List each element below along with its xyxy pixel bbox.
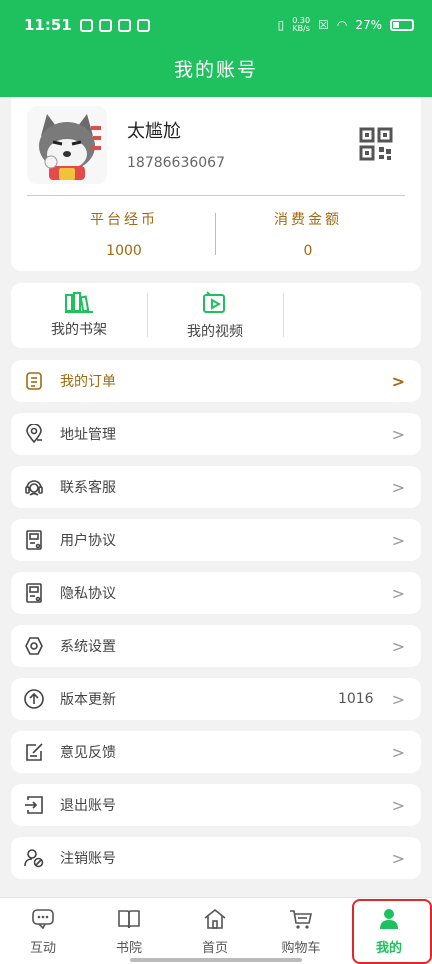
stat-value: 1000	[106, 243, 142, 259]
gesture-bar	[130, 958, 302, 962]
settings-icon	[23, 635, 45, 657]
tab-interaction[interactable]: 互动	[0, 898, 86, 964]
menu-item-delete-account[interactable]: 注销账号 >	[11, 837, 421, 879]
menu-item-label: 隐私协议	[60, 586, 116, 602]
vibrate-icon: ▯	[277, 18, 285, 32]
no-sim-icon: ☒	[318, 18, 329, 32]
qr-code-icon[interactable]	[359, 127, 393, 161]
chevron-right-icon: >	[391, 795, 405, 815]
video-icon	[203, 291, 225, 313]
menu-item-label: 联系客服	[60, 480, 116, 496]
menu-item-label: 我的订单	[60, 374, 116, 390]
menu-item-address[interactable]: 地址管理 >	[11, 413, 421, 455]
highlight-box	[352, 899, 432, 964]
chevron-right-icon: >	[391, 689, 405, 709]
menu-item-label: 意见反馈	[60, 745, 116, 761]
feedback-icon	[23, 741, 45, 763]
chat-icon	[32, 909, 54, 930]
app-header: 11:51 ▯ 0.30 KB/s ☒ ◠ 27% 我的账号	[0, 0, 432, 97]
quick-links: 我的书架 我的视频	[11, 283, 421, 348]
profile-divider	[27, 195, 405, 196]
menu-item-label: 系统设置	[60, 639, 116, 655]
menu-item-privacy-policy[interactable]: 隐私协议 >	[11, 572, 421, 614]
version-number: 1016	[337, 691, 374, 707]
stat-spending[interactable]: 消费金额 0	[213, 209, 403, 259]
book-icon	[118, 910, 140, 929]
menu-item-orders[interactable]: 我的订单 >	[11, 360, 421, 402]
quick-link-video[interactable]: 我的视频	[147, 283, 283, 348]
notification-icons	[79, 18, 150, 32]
menu-item-label: 用户协议	[60, 533, 116, 549]
headset-icon	[23, 476, 45, 498]
menu-item-version-update[interactable]: 版本更新 1016 >	[11, 678, 421, 720]
stat-platform-coins[interactable]: 平台经币 1000	[29, 209, 219, 259]
quick-link-bookshelf[interactable]: 我的书架	[11, 283, 147, 348]
menu-item-label: 地址管理	[60, 427, 116, 443]
status-time: 11:51	[24, 16, 72, 34]
menu-item-customer-service[interactable]: 联系客服 >	[11, 466, 421, 508]
wifi-icon: ◠	[336, 18, 348, 32]
chevron-right-icon: >	[391, 477, 405, 497]
stat-label: 平台经币	[90, 212, 158, 228]
menu-item-logout[interactable]: 退出账号 >	[11, 784, 421, 826]
status-bar: 11:51 ▯ 0.30 KB/s ☒ ◠ 27%	[0, 0, 432, 50]
chevron-right-icon: >	[391, 530, 405, 550]
notification-icon	[98, 18, 112, 32]
tab-label: 购物车	[281, 941, 321, 956]
battery-icon	[390, 19, 414, 31]
status-right: ▯ 0.30 KB/s ☒ ◠ 27%	[278, 17, 414, 33]
tab-academy[interactable]: 书院	[86, 898, 172, 964]
user-id: 18786636067	[127, 155, 225, 171]
menu-item-label: 注销账号	[60, 851, 116, 867]
avatar-image	[27, 106, 107, 184]
chevron-right-icon: >	[391, 371, 405, 391]
chevron-right-icon: >	[391, 424, 405, 444]
tab-home[interactable]: 首页	[172, 898, 258, 964]
tab-label: 首页	[201, 941, 228, 956]
stat-value: 0	[303, 243, 313, 259]
quick-link-divider	[283, 293, 284, 337]
menu-item-settings[interactable]: 系统设置 >	[11, 625, 421, 667]
notification-icon	[79, 18, 93, 32]
page-title: 我的账号	[173, 59, 258, 81]
menu-item-label: 退出账号	[60, 798, 116, 814]
upgrade-icon	[23, 688, 45, 710]
location-icon	[23, 423, 45, 445]
bookshelf-icon	[65, 292, 93, 313]
avatar[interactable]	[27, 106, 107, 184]
battery-percent: 27%	[355, 18, 382, 32]
order-icon	[23, 370, 45, 392]
cart-icon	[290, 910, 312, 929]
home-icon	[204, 908, 226, 929]
chevron-right-icon: >	[391, 583, 405, 603]
document-icon	[23, 529, 45, 551]
chevron-right-icon: >	[391, 636, 405, 656]
quick-link-label: 我的视频	[187, 324, 243, 340]
tab-label: 互动	[29, 941, 56, 956]
tab-cart[interactable]: 购物车	[258, 898, 344, 964]
net-speed: 0.30 KB/s	[292, 16, 311, 33]
tab-label: 书院	[115, 941, 142, 956]
document-icon	[23, 582, 45, 604]
delete-user-icon	[23, 847, 45, 869]
profile-card: 太尴尬 18786636067 平台经币 1000 消费金额 0	[11, 97, 421, 271]
menu-item-feedback[interactable]: 意见反馈 >	[11, 731, 421, 773]
menu-item-label: 版本更新	[60, 692, 116, 708]
chevron-right-icon: >	[391, 848, 405, 868]
menu-item-user-agreement[interactable]: 用户协议 >	[11, 519, 421, 561]
chevron-right-icon: >	[391, 742, 405, 762]
logout-icon	[23, 794, 45, 816]
notification-icon	[117, 18, 131, 32]
quick-link-label: 我的书架	[51, 322, 107, 338]
notification-icon	[136, 18, 150, 32]
stat-label: 消费金额	[274, 212, 342, 228]
username: 太尴尬	[127, 121, 181, 142]
